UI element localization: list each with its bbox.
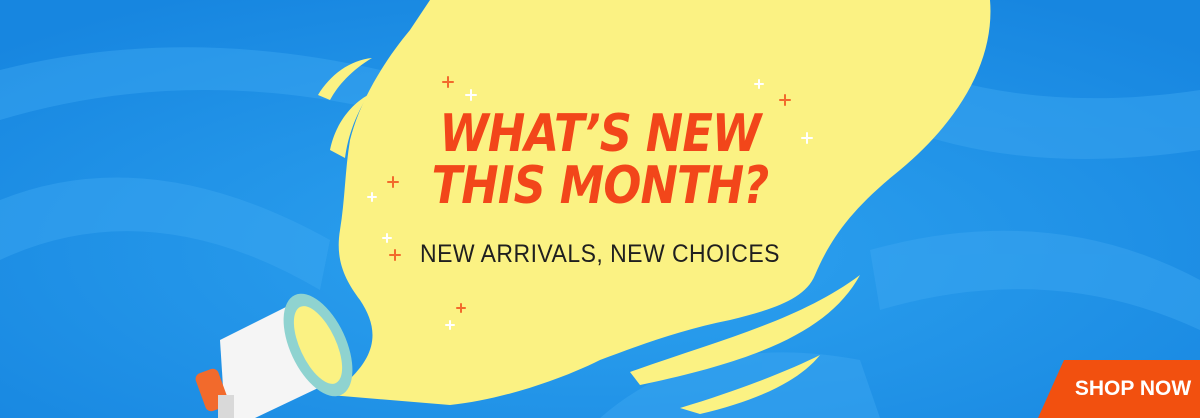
shop-now-button[interactable]: SHOP NOW — [1038, 360, 1200, 418]
headline-line-2: THIS MONTH? — [431, 156, 770, 216]
headline: WHAT’S NEW THIS MONTH? — [428, 108, 772, 212]
headline-line-1: WHAT’S NEW — [439, 104, 761, 164]
subheadline: NEW ARRIVALS, NEW CHOICES — [420, 240, 780, 268]
promo-banner: WHAT’S NEW THIS MONTH? NEW ARRIVALS, NEW… — [0, 0, 1200, 418]
shop-now-label: SHOP NOW — [1074, 377, 1192, 400]
